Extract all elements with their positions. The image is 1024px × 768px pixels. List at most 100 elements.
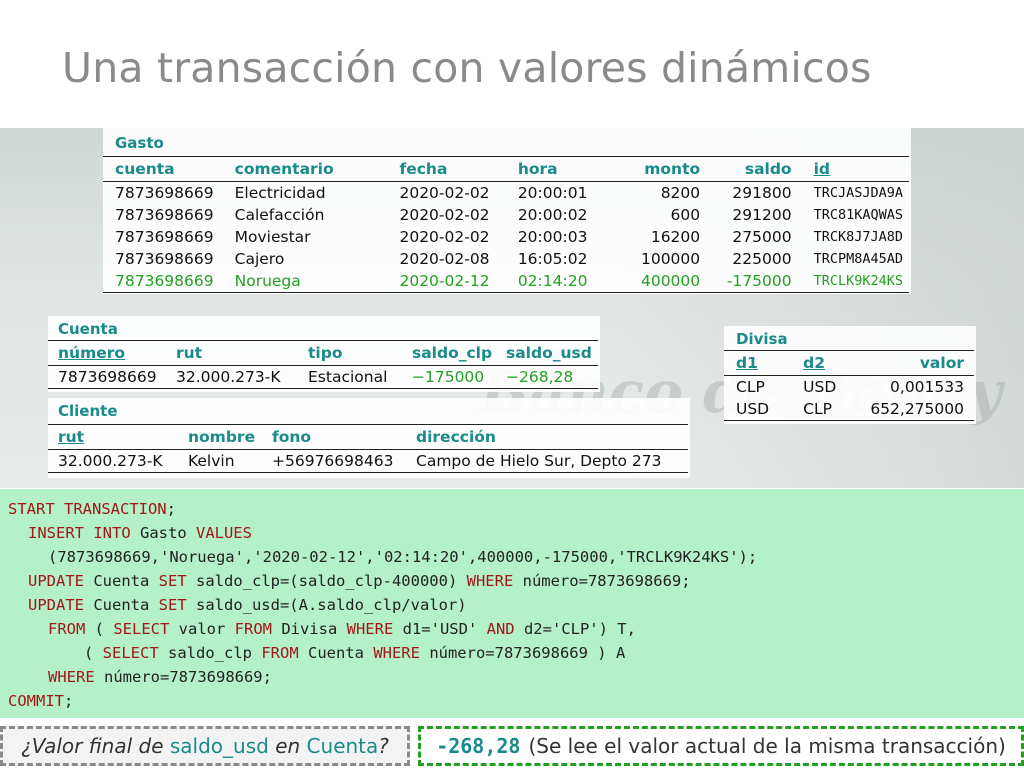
cell: 32.000.273-K [58, 452, 163, 470]
cell: 2020-02-12 [399, 272, 490, 290]
cell: 225000 [732, 250, 792, 268]
cell: Estacional [308, 368, 388, 386]
col-nombre: nombre [188, 428, 256, 446]
cell: 16:05:02 [517, 250, 588, 268]
question-box: ¿Valor final de saldo_usd en Cuenta? [0, 726, 410, 766]
cell: 8200 [660, 184, 701, 202]
col-saldo-clp: saldo_clp [412, 344, 493, 362]
page-title: Una transacción con valores dinámicos [62, 44, 872, 92]
col-d1: d1 [736, 354, 758, 372]
cell: Moviestar [234, 228, 311, 246]
col-tipo: tipo [308, 344, 343, 362]
table-row: 7873698669 Electricidad 2020-02-02 20:00… [103, 182, 909, 205]
col-rut: rut [176, 344, 203, 362]
divisa-caption: Divisa [736, 330, 788, 348]
col-hora: hora [517, 160, 558, 178]
table-row: 32.000.273-K Kelvin +56976698463 Campo d… [48, 450, 688, 473]
col-comentario: comentario [234, 160, 334, 178]
cell: 291800 [732, 184, 792, 202]
cell: 600 [670, 206, 701, 224]
answer-value: -268,28 [436, 734, 521, 758]
question-text: ¿Valor final de saldo_usd en Cuenta? [21, 734, 389, 758]
table-row: 7873698669 Cajero 2020-02-08 16:05:02 10… [103, 248, 909, 270]
cell: 0,001533 [890, 378, 964, 396]
cell: 7873698669 [115, 184, 214, 202]
cell: 652,275000 [870, 400, 964, 418]
cell: Campo de Hielo Sur, Depto 273 [416, 452, 662, 470]
cell: USD [803, 378, 837, 396]
cell: 32.000.273-K [176, 368, 281, 386]
cell: 291200 [732, 206, 792, 224]
cell: −175000 [412, 368, 485, 386]
col-fecha: fecha [399, 160, 448, 178]
cell: TRCJASJDA9A [813, 185, 903, 201]
col-numero: número [58, 344, 126, 362]
cell: 2020-02-02 [399, 206, 490, 224]
cliente-table: rut nombre fono dirección 32.000.273-K K… [48, 424, 688, 473]
col-cuenta: cuenta [115, 160, 175, 178]
cell: USD [736, 400, 770, 418]
cell: -175000 [726, 272, 792, 290]
table-row-new: 7873698669 Noruega 2020-02-12 02:14:20 4… [103, 270, 909, 293]
cell: −268,28 [506, 368, 574, 386]
cell: Calefacción [234, 206, 325, 224]
divisa-table-panel: Divisa d1 d2 valor CLP USD 0,001533 USD … [724, 326, 976, 424]
cell: 20:00:03 [517, 228, 588, 246]
code-line: COMMIT; [8, 692, 74, 710]
cell: CLP [736, 378, 765, 396]
col-saldo-usd: saldo_usd [506, 344, 592, 362]
col-fono: fono [272, 428, 312, 446]
code-line: (7873698669,'Noruega','2020-02-12','02:1… [48, 548, 758, 566]
col-id: id [813, 160, 831, 178]
cell: TRC81KAQWAS [813, 207, 903, 223]
code-line: UPDATE Cuenta SET saldo_clp=(saldo_clp-4… [28, 572, 691, 590]
cell: 2020-02-02 [399, 184, 490, 202]
table-row: 7873698669 32.000.273-K Estacional −1750… [48, 366, 598, 389]
cell: Cajero [234, 250, 285, 268]
tables-area: Banco de Bailey Gasto cuenta comentario … [0, 128, 1024, 488]
cliente-table-panel: Cliente rut nombre fono dirección 32.000… [48, 398, 690, 478]
cell: 02:14:20 [517, 272, 588, 290]
answer-box: -268,28 (Se lee el valor actual de la mi… [418, 726, 1024, 766]
cell: Kelvin [188, 452, 235, 470]
cell: 2020-02-08 [399, 250, 490, 268]
code-line: UPDATE Cuenta SET saldo_usd=(A.saldo_clp… [28, 596, 467, 614]
col-rut: rut [58, 428, 85, 446]
cell: TRCK8J7JA8D [813, 229, 903, 245]
cell: TRCPM8A45AD [813, 251, 903, 267]
cell: 20:00:02 [517, 206, 588, 224]
cell: Electricidad [234, 184, 326, 202]
code-line: INSERT INTO Gasto VALUES [28, 524, 252, 542]
cliente-caption: Cliente [58, 402, 118, 420]
col-saldo: saldo [744, 160, 792, 178]
cell: 100000 [640, 250, 701, 268]
gasto-caption: Gasto [115, 134, 164, 152]
cell: 7873698669 [115, 272, 214, 290]
cell: 7873698669 [58, 368, 157, 386]
gasto-table: cuenta comentario fecha hora monto saldo… [103, 156, 909, 293]
col-direccion: dirección [416, 428, 496, 446]
cell: 400000 [640, 272, 701, 290]
cell: 16200 [650, 228, 701, 246]
cell: +56976698463 [272, 452, 394, 470]
cell: Noruega [234, 272, 301, 290]
table-row: CLP USD 0,001533 [724, 376, 974, 399]
cell: 7873698669 [115, 250, 214, 268]
code-line: START TRANSACTION; [8, 500, 176, 518]
code-line: WHERE número=7873698669; [48, 668, 272, 686]
sql-code-block: START TRANSACTION; INSERT INTO Gasto VAL… [0, 489, 1024, 718]
divisa-table: d1 d2 valor CLP USD 0,001533 USD CLP 652… [724, 350, 974, 421]
cell: 20:00:01 [517, 184, 588, 202]
cuenta-table: número rut tipo saldo_clp saldo_usd 7873… [48, 340, 598, 389]
answer-explanation: (Se lee el valor actual de la misma tran… [528, 734, 1006, 758]
cuenta-table-panel: Cuenta número rut tipo saldo_clp saldo_u… [48, 316, 600, 392]
cuenta-caption: Cuenta [58, 320, 118, 338]
cell: 2020-02-02 [399, 228, 490, 246]
code-line: ( SELECT saldo_clp FROM Cuenta WHERE núm… [84, 644, 626, 662]
cell: 7873698669 [115, 228, 214, 246]
code-line: FROM ( SELECT valor FROM Divisa WHERE d1… [48, 620, 636, 638]
col-d2: d2 [803, 354, 826, 372]
cell: CLP [803, 400, 832, 418]
cell: TRCLK9K24KS [813, 273, 903, 289]
col-monto: monto [644, 160, 701, 178]
